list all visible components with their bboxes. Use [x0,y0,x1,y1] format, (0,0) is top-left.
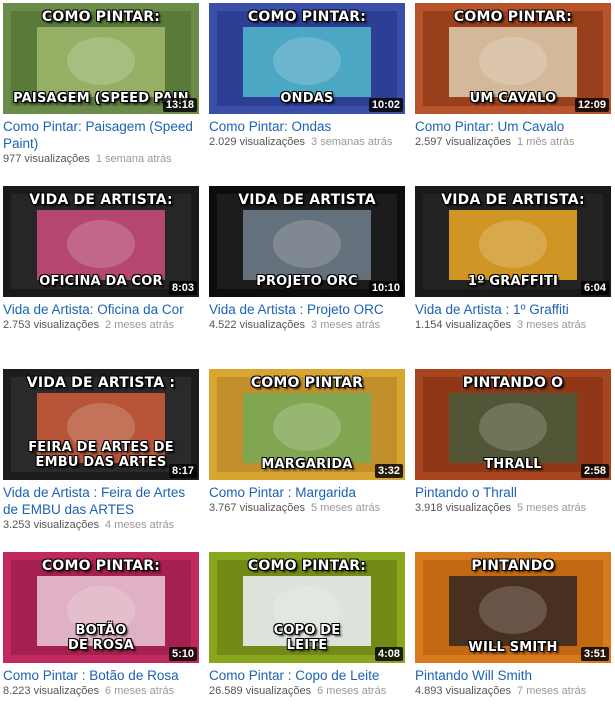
video-tile[interactable]: COMO PINTAR MARGARIDA 3:32 Como Pintar : Ma… [209,369,405,515]
view-count: 1.154 visualizações [415,319,512,331]
upload-age: 6 meses atrás [105,685,175,697]
video-title-link[interactable]: Como Pintar : Margarida [209,484,405,501]
video-thumbnail[interactable]: COMO PINTAR: ONDAS 10:02 [209,3,405,114]
thumbnail-caption-top: COMO PINTAR: [41,558,161,574]
view-count: 2.029 visualizações [209,136,306,148]
video-duration: 12:09 [574,98,609,112]
video-thumbnail[interactable]: COMO PINTAR MARGARIDA 3:32 [209,369,405,480]
video-tile[interactable]: VIDA DE ARTISTA : FEIRA DE ARTES DE EMBU D… [3,369,199,532]
upload-age: 7 meses atrás [517,685,587,697]
upload-age: 3 semanas atrás [311,136,393,148]
video-tile[interactable]: PINTANDO WILL SMITH 3:51 Pintando Will Smit… [415,552,611,698]
video-meta: 977 visualizações 1 semana atrás [3,152,199,166]
thumbnail-caption-top: COMO PINTAR: [247,558,367,574]
video-tile[interactable]: COMO PINTAR: BOTÃO DE ROSA 5:10 Como Pintar … [3,552,199,698]
thumbnail-caption-top: PINTANDO [471,558,555,574]
view-count: 3.918 visualizações [415,502,512,514]
video-duration: 6:04 [580,281,609,295]
thumbnail-caption-line: FEIRA DE ARTES DE [28,440,174,455]
upload-age: 1 mês atrás [517,136,575,148]
video-meta: 26.589 visualizações 6 meses atrás [209,684,405,698]
thumbnail-caption-top: COMO PINTAR: [41,9,161,25]
video-meta: 8.223 visualizações 6 meses atrás [3,684,199,698]
view-count: 977 visualizações [3,153,90,165]
video-title-link[interactable]: Pintando Will Smith [415,667,611,684]
video-title-link[interactable]: Como Pintar : Copo de Leite [209,667,405,684]
video-meta: 1.154 visualizações 3 meses atrás [415,318,611,332]
video-title-link[interactable]: Vida de Artista : 1º Graffiti [415,301,611,318]
thumbnail-caption-top: COMO PINTAR: [247,9,367,25]
view-count: 4.522 visualizações [209,319,306,331]
thumbnail-caption-line: COPO DE [273,623,341,638]
view-count: 3.253 visualizações [3,519,100,531]
view-count: 2.597 visualizações [415,136,512,148]
view-count: 26.589 visualizações [209,685,312,697]
video-thumbnail[interactable]: VIDA DE ARTISTA: OFICINA DA COR 8:03 [3,186,199,297]
video-meta: 3.767 visualizações 5 meses atrás [209,501,405,515]
video-thumbnail[interactable]: COMO PINTAR: BOTÃO DE ROSA 5:10 [3,552,199,663]
video-duration: 2:58 [580,464,609,478]
video-thumbnail[interactable]: COMO PINTAR: PAISAGEM (SPEED PAIN 13:18 [3,3,199,114]
upload-age: 1 semana atrás [95,153,172,165]
video-tile[interactable]: PINTANDO O THRALL 2:58 Pintando o Thrall 3.9… [415,369,611,515]
video-duration: 5:10 [168,647,197,661]
upload-age: 5 meses atrás [517,502,587,514]
video-meta: 2.029 visualizações 3 semanas atrás [209,135,405,149]
video-duration: 8:03 [168,281,197,295]
video-duration: 4:08 [374,647,403,661]
video-meta: 2.753 visualizações 2 meses atrás [3,318,199,332]
video-title-link[interactable]: Como Pintar : Botão de Rosa [3,667,199,684]
video-duration: 3:32 [374,464,403,478]
video-tile[interactable]: VIDA DE ARTISTA: OFICINA DA COR 8:03 Vida d… [3,186,199,332]
video-thumbnail[interactable]: VIDA DE ARTISTA PROJETO ORC 10:10 [209,186,405,297]
video-thumbnail[interactable]: PINTANDO O THRALL 2:58 [415,369,611,480]
video-meta: 3.918 visualizações 5 meses atrás [415,501,611,515]
video-tile[interactable]: COMO PINTAR: COPO DE LEITE 4:08 Como Pintar … [209,552,405,698]
upload-age: 5 meses atrás [311,502,381,514]
video-duration: 8:17 [168,464,197,478]
video-title-link[interactable]: Como Pintar: Um Cavalo [415,118,611,135]
video-tile[interactable]: VIDA DE ARTISTA: 1º GRAFFITI 6:04 Vida de A… [415,186,611,332]
video-duration: 10:02 [368,98,403,112]
view-count: 3.767 visualizações [209,502,306,514]
video-title-link[interactable]: Como Pintar: Ondas [209,118,405,135]
video-meta: 3.253 visualizações 4 meses atrás [3,518,199,532]
thumbnail-caption-top: VIDA DE ARTISTA: [441,192,585,208]
thumbnail-caption-top: VIDA DE ARTISTA : [26,375,176,391]
thumbnail-caption-top: PINTANDO O [462,375,564,391]
thumbnail-caption-top: COMO PINTAR: [453,9,573,25]
upload-age: 6 meses atrás [317,685,387,697]
video-duration: 10:10 [368,281,403,295]
video-thumbnail[interactable]: VIDA DE ARTISTA : FEIRA DE ARTES DE EMBU D… [3,369,199,480]
video-tile[interactable]: COMO PINTAR: ONDAS 10:02 Como Pintar: Ondas… [209,3,405,149]
video-tile[interactable]: COMO PINTAR: UM CAVALO 12:09 Como Pintar: U… [415,3,611,149]
view-count: 4.893 visualizações [415,685,512,697]
video-meta: 2.597 visualizações 1 mês atrás [415,135,611,149]
video-duration: 3:51 [580,647,609,661]
video-title-link[interactable]: Pintando o Thrall [415,484,611,501]
thumbnail-caption-top: VIDA DE ARTISTA: [29,192,173,208]
video-meta: 4.893 visualizações 7 meses atrás [415,684,611,698]
view-count: 2.753 visualizações [3,319,100,331]
thumbnail-caption-top: COMO PINTAR [250,375,364,391]
thumbnail-caption-line: BOTÃO [75,623,127,638]
video-title-link[interactable]: Vida de Artista: Oficina da Cor [3,301,199,318]
video-duration: 13:18 [162,98,197,112]
upload-age: 3 meses atrás [311,319,381,331]
video-title-link[interactable]: Vida de Artista : Projeto ORC [209,301,405,318]
video-tile[interactable]: COMO PINTAR: PAISAGEM (SPEED PAIN 13:18 Com… [3,3,199,166]
upload-age: 2 meses atrás [105,319,175,331]
video-thumbnail[interactable]: COMO PINTAR: UM CAVALO 12:09 [415,3,611,114]
thumbnail-caption-top: VIDA DE ARTISTA [238,192,376,208]
video-title-link[interactable]: Vida de Artista : Feira de Artes de EMBU… [3,484,199,518]
view-count: 8.223 visualizações [3,685,100,697]
video-title-link[interactable]: Como Pintar: Paisagem (Speed Paint) [3,118,199,152]
upload-age: 4 meses atrás [105,519,175,531]
video-tile[interactable]: VIDA DE ARTISTA PROJETO ORC 10:10 Vida de A… [209,186,405,332]
video-thumbnail[interactable]: COMO PINTAR: COPO DE LEITE 4:08 [209,552,405,663]
video-thumbnail[interactable]: PINTANDO WILL SMITH 3:51 [415,552,611,663]
video-thumbnail[interactable]: VIDA DE ARTISTA: 1º GRAFFITI 6:04 [415,186,611,297]
video-meta: 4.522 visualizações 3 meses atrás [209,318,405,332]
upload-age: 3 meses atrás [517,319,587,331]
